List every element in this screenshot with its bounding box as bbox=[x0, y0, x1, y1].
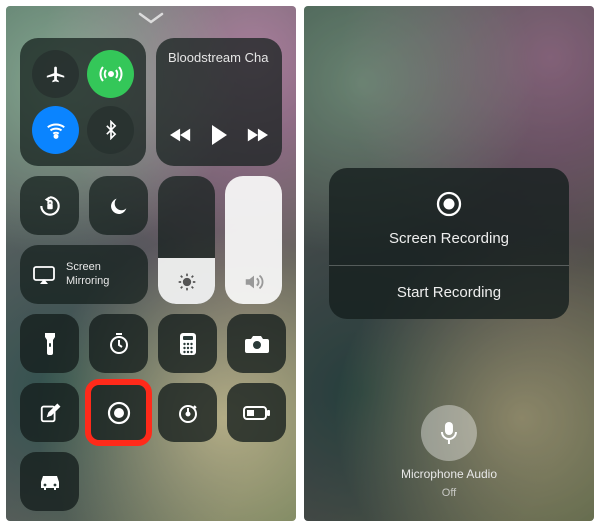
screen-mirroring-button[interactable]: Screen Mirroring bbox=[20, 245, 148, 304]
moon-icon bbox=[108, 195, 130, 217]
screen-record-button[interactable] bbox=[89, 383, 148, 442]
forward-icon[interactable] bbox=[246, 126, 268, 144]
airplane-icon bbox=[45, 63, 67, 85]
timer-icon bbox=[107, 332, 131, 356]
brightness-slider[interactable] bbox=[158, 176, 215, 304]
volume-icon bbox=[243, 272, 265, 292]
start-recording-button[interactable]: Start Recording bbox=[329, 266, 569, 319]
control-center-panel: Bloodstream Cha bbox=[6, 6, 296, 521]
bluetooth-icon bbox=[101, 120, 121, 140]
wifi-toggle[interactable] bbox=[32, 106, 79, 154]
microphone-toggle[interactable] bbox=[421, 405, 477, 461]
stopwatch-button[interactable] bbox=[158, 383, 217, 442]
play-icon[interactable] bbox=[210, 124, 228, 146]
now-playing-card[interactable]: Bloodstream Cha bbox=[156, 38, 282, 166]
orientation-lock-toggle[interactable] bbox=[20, 176, 79, 235]
orientation-lock-icon bbox=[37, 193, 63, 219]
calculator-icon bbox=[179, 332, 197, 356]
low-power-button[interactable] bbox=[227, 383, 286, 442]
cellular-icon bbox=[99, 62, 123, 86]
timer-button[interactable] bbox=[89, 314, 148, 373]
camera-icon bbox=[244, 334, 270, 354]
bluetooth-toggle[interactable] bbox=[87, 106, 134, 154]
airplay-icon bbox=[32, 265, 56, 285]
microphone-label: Microphone Audio bbox=[401, 467, 497, 481]
screen-record-icon bbox=[435, 190, 463, 218]
volume-slider[interactable] bbox=[225, 176, 282, 304]
screen-recording-title: Screen Recording bbox=[389, 230, 509, 247]
microphone-icon bbox=[439, 420, 459, 446]
screen-recording-panel: Screen Recording Start Recording Microph… bbox=[304, 6, 594, 521]
cellular-data-toggle[interactable] bbox=[87, 50, 134, 98]
flashlight-button[interactable] bbox=[20, 314, 79, 373]
screen-mirroring-label: Screen Mirroring bbox=[66, 261, 109, 289]
brightness-icon bbox=[177, 272, 197, 292]
flashlight-icon bbox=[42, 331, 58, 357]
compose-icon bbox=[39, 402, 61, 424]
camera-button[interactable] bbox=[227, 314, 286, 373]
connectivity-card[interactable] bbox=[20, 38, 146, 166]
calculator-button[interactable] bbox=[158, 314, 217, 373]
do-not-disturb-toggle[interactable] bbox=[89, 176, 148, 235]
screen-record-icon bbox=[106, 400, 132, 426]
microphone-state: Off bbox=[442, 487, 456, 499]
airplane-mode-toggle[interactable] bbox=[32, 50, 79, 98]
now-playing-title: Bloodstream Cha bbox=[168, 50, 270, 65]
driving-mode-button[interactable] bbox=[20, 452, 79, 511]
wifi-icon bbox=[45, 119, 67, 141]
notes-button[interactable] bbox=[20, 383, 79, 442]
stopwatch-icon bbox=[176, 401, 200, 425]
car-icon bbox=[37, 473, 63, 491]
low-power-icon bbox=[243, 405, 271, 421]
rewind-icon[interactable] bbox=[170, 126, 192, 144]
screen-recording-sheet: Screen Recording Start Recording bbox=[329, 168, 569, 319]
